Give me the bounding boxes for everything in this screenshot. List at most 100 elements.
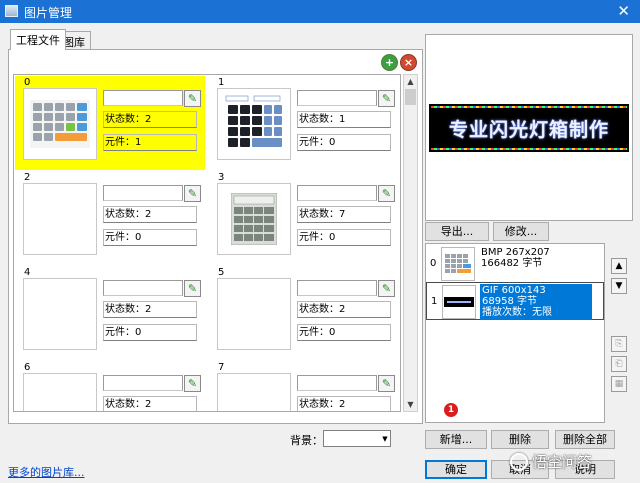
move-down-icon[interactable]: ▼ (611, 278, 627, 294)
background-label: 背景： (290, 434, 323, 447)
cell-name-field[interactable] (103, 185, 183, 201)
frame-index: 1 (431, 296, 438, 307)
cell-name-field[interactable] (297, 185, 377, 201)
cell-element-count: 元件：0 (103, 324, 197, 341)
notification-badge: 1 (444, 403, 458, 417)
cell-element-count: 元件：0 (103, 229, 197, 246)
preview-banner: 专业闪光灯箱制作 (429, 104, 629, 152)
pencil-icon[interactable]: ✎ (378, 375, 395, 392)
pencil-icon[interactable]: ✎ (184, 90, 201, 107)
cell-name-field[interactable] (297, 90, 377, 106)
scroll-down-icon[interactable]: ▼ (404, 398, 417, 411)
title-bar: 图片管理 ✕ (0, 0, 640, 23)
keypad-dark-image (224, 94, 284, 154)
watermark: 悟空问答 (510, 451, 592, 472)
picture-cell-4[interactable]: 4 ✎ 状态数：2 元件：0 (15, 266, 205, 360)
keypad-color-image (445, 254, 471, 273)
cell-name-field[interactable] (297, 375, 377, 391)
add-picture-icon[interactable]: + (381, 54, 398, 71)
cell-index: 7 (218, 362, 225, 373)
modify-button[interactable]: 修改... (493, 222, 549, 241)
cell-state-count: 状态数：1 (297, 111, 391, 128)
picture-cell-6[interactable]: 6 ✎ 状态数：2 (15, 361, 205, 411)
frame-thumbnail (442, 285, 476, 319)
more-gallery-link[interactable]: 更多的图片库... (8, 464, 85, 480)
cell-name-field[interactable] (103, 375, 183, 391)
cell-state-count: 状态数：7 (297, 206, 391, 223)
cell-thumbnail (23, 183, 97, 255)
frame-format: GIF 600x143 (482, 285, 546, 296)
cell-state-count: 状态数：2 (103, 206, 197, 223)
cell-thumbnail (217, 373, 291, 411)
picture-cell-2[interactable]: 2 ✎ 状态数：2 元件：0 (15, 171, 205, 265)
picture-cell-0[interactable]: 0 ✎ 状态数：2 元件：1 (15, 76, 205, 170)
cell-element-count: 元件：0 (297, 134, 391, 151)
frame-list: 0 BMP 267x207 166482 字节 1 GIF 600x143 68… (425, 243, 605, 423)
paste-frame-icon[interactable]: ⎗ (611, 356, 627, 372)
cell-element-count: 元件：0 (297, 324, 391, 341)
cell-state-count: 状态数：2 (297, 396, 391, 411)
picture-grid: 0 ✎ 状态数：2 元件：1 1 ✎ 状态数：1 元件：0 2 ✎ 状态数：2 … (13, 74, 401, 412)
frame-index: 0 (430, 258, 437, 269)
add-frame-button[interactable]: 新增... (425, 430, 487, 449)
pencil-icon[interactable]: ✎ (184, 375, 201, 392)
frame-loop-count: 播放次数：无限 (482, 307, 552, 318)
pencil-icon[interactable]: ✎ (184, 280, 201, 297)
cell-thumbnail (23, 88, 97, 160)
cell-name-field[interactable] (103, 280, 183, 296)
transparent-icon[interactable]: ▦ (611, 376, 627, 392)
cell-state-count: 状态数：2 (103, 301, 197, 318)
chevron-down-icon: ▼ (382, 435, 388, 443)
delete-all-button[interactable]: 删除全部 (555, 430, 615, 449)
cell-thumbnail (23, 278, 97, 350)
cell-thumbnail (217, 183, 291, 255)
frame-size: 68958 字节 (482, 296, 537, 307)
remove-picture-icon[interactable]: × (400, 54, 417, 71)
banner-image (444, 297, 474, 307)
app-icon (5, 5, 18, 17)
cell-element-count: 元件：0 (297, 229, 391, 246)
keypad-grey-image (231, 193, 277, 245)
cell-index: 6 (24, 362, 31, 373)
frame-item-0[interactable]: 0 BMP 267x207 166482 字节 (426, 245, 604, 283)
pencil-icon[interactable]: ✎ (378, 90, 395, 107)
picture-cell-7[interactable]: 7 ✎ 状态数：2 (209, 361, 399, 411)
cell-thumbnail (217, 278, 291, 350)
picture-cell-3[interactable]: 3 ✎ 状态数：7 元件：0 (209, 171, 399, 265)
export-button[interactable]: 导出... (425, 222, 489, 241)
cell-index: 3 (218, 172, 225, 183)
chat-bubble-icon (510, 452, 528, 471)
watermark-text: 悟空问答 (532, 453, 593, 471)
pencil-icon[interactable]: ✎ (184, 185, 201, 202)
pencil-icon[interactable]: ✎ (378, 185, 395, 202)
cell-name-field[interactable] (297, 280, 377, 296)
cell-thumbnail (23, 373, 97, 411)
frame-size: 166482 字节 (481, 258, 543, 269)
image-preview: 专业闪光灯箱制作 (425, 34, 633, 221)
delete-frame-button[interactable]: 删除 (491, 430, 549, 449)
banner-text: 专业闪光灯箱制作 (448, 118, 609, 141)
cell-index: 5 (218, 267, 225, 278)
frame-info: GIF 600x143 68958 字节 播放次数：无限 (480, 284, 592, 320)
cell-index: 0 (24, 77, 31, 88)
frame-thumbnail (441, 247, 475, 281)
cell-state-count: 状态数：2 (103, 111, 197, 128)
ok-button[interactable]: 确定 (425, 460, 487, 479)
cell-name-field[interactable] (103, 90, 183, 106)
close-icon[interactable]: ✕ (617, 2, 630, 20)
cell-index: 2 (24, 172, 31, 183)
pencil-icon[interactable]: ✎ (378, 280, 395, 297)
grid-scrollbar[interactable]: ▲ ▼ (403, 74, 418, 412)
cell-state-count: 状态数：2 (297, 301, 391, 318)
cell-thumbnail (217, 88, 291, 160)
scroll-up-icon[interactable]: ▲ (404, 75, 417, 88)
scroll-thumb[interactable] (405, 89, 416, 105)
tab-project-files[interactable]: 工程文件 (10, 29, 66, 50)
background-select[interactable]: ▼ (323, 430, 391, 447)
copy-frame-icon[interactable]: ⎘ (611, 336, 627, 352)
move-up-icon[interactable]: ▲ (611, 258, 627, 274)
picture-cell-5[interactable]: 5 ✎ 状态数：2 元件：0 (209, 266, 399, 360)
frame-format: BMP 267x207 (481, 247, 550, 258)
frame-item-1[interactable]: 1 GIF 600x143 68958 字节 播放次数：无限 (426, 282, 604, 320)
picture-cell-1[interactable]: 1 ✎ 状态数：1 元件：0 (209, 76, 399, 170)
